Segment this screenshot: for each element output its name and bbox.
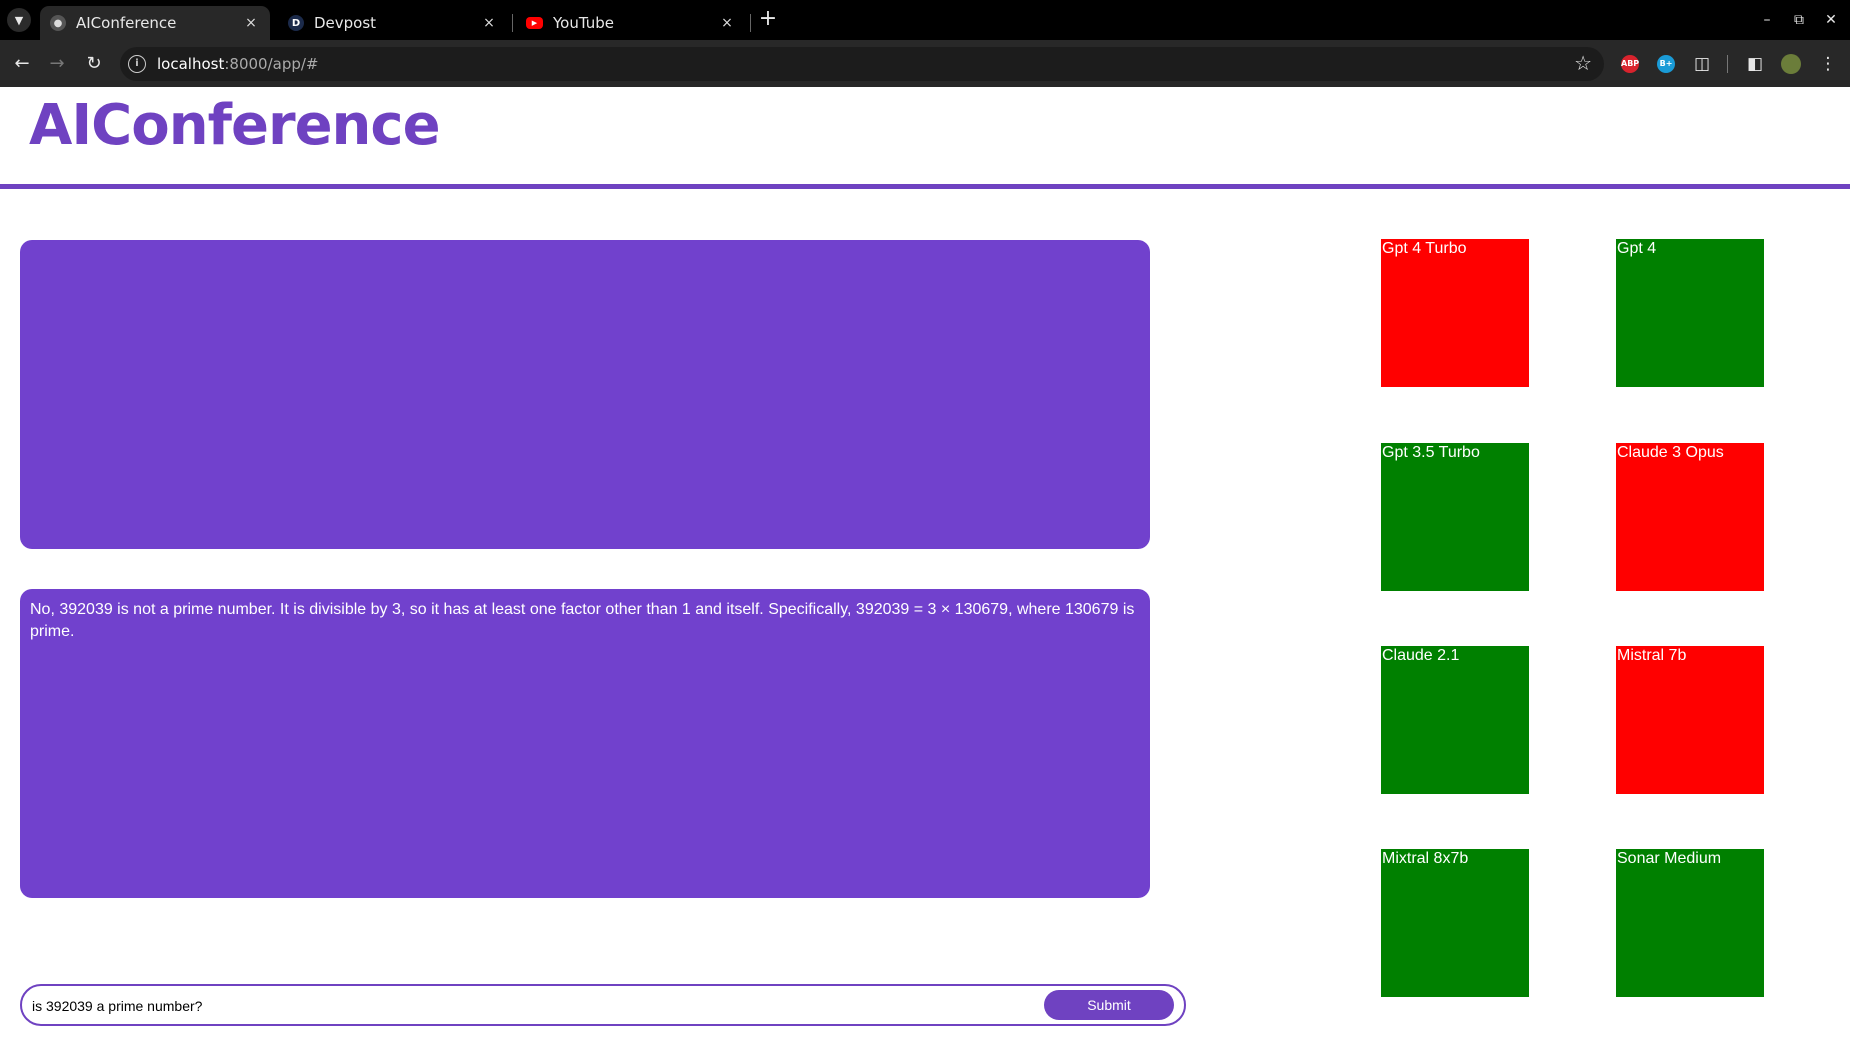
tab-title: YouTube xyxy=(553,14,614,32)
response-panel-2: No, 392039 is not a prime number. It is … xyxy=(20,589,1150,898)
response-panel-1 xyxy=(20,240,1150,549)
model-label: Gpt 4 xyxy=(1617,240,1657,257)
tab-search-chevron-icon[interactable]: ▼ xyxy=(7,8,31,32)
model-card-gpt-4-turbo[interactable]: Gpt 4 Turbo xyxy=(1381,239,1529,387)
tab-bar: ▼ ● AIConference × D Devpost × ▶ YouTube… xyxy=(0,0,1850,40)
kebab-menu-icon[interactable]: ⋮ xyxy=(1816,52,1840,76)
new-tab-button[interactable]: + xyxy=(757,6,779,34)
tab-separator xyxy=(512,14,513,32)
reload-icon[interactable]: ↻ xyxy=(80,50,108,78)
side-panel-icon[interactable]: ◧ xyxy=(1743,52,1767,76)
close-icon[interactable]: × xyxy=(240,15,262,31)
app-title: AIConference xyxy=(29,93,441,158)
model-card-claude-2-1[interactable]: Claude 2.1 xyxy=(1381,646,1529,794)
tab-title: Devpost xyxy=(314,14,377,32)
bookmark-star-icon[interactable]: ☆ xyxy=(1574,51,1592,75)
close-icon[interactable]: × xyxy=(716,15,738,31)
avatar xyxy=(1781,54,1801,74)
model-label: Claude 2.1 xyxy=(1382,647,1460,664)
tab-aiconference[interactable]: ● AIConference × xyxy=(40,6,270,40)
model-label: Mistral 7b xyxy=(1617,647,1687,664)
toolbar-separator xyxy=(1727,55,1728,73)
model-card-claude-3-opus[interactable]: Claude 3 Opus xyxy=(1616,443,1764,591)
model-card-sonar-medium[interactable]: Sonar Medium xyxy=(1616,849,1764,997)
address-bar[interactable]: i localhost:8000/app/# ☆ xyxy=(120,47,1604,81)
restore-icon[interactable]: ⧉ xyxy=(1785,8,1813,32)
tab-separator xyxy=(750,14,751,32)
back-arrow-icon[interactable]: ← xyxy=(8,50,36,78)
url-host: localhost xyxy=(157,55,225,73)
model-label: Sonar Medium xyxy=(1617,850,1722,867)
forward-arrow-icon[interactable]: → xyxy=(43,50,71,78)
youtube-icon: ▶ xyxy=(526,17,543,29)
url-text[interactable]: localhost:8000/app/# xyxy=(157,55,318,73)
profile-avatar[interactable] xyxy=(1779,52,1803,76)
header-divider xyxy=(0,184,1850,189)
model-label: Gpt 4 Turbo xyxy=(1382,240,1467,257)
tab-youtube[interactable]: ▶ YouTube × xyxy=(516,6,746,40)
url-path: :8000/app/# xyxy=(224,55,319,73)
globe-icon: ● xyxy=(50,15,66,31)
model-label: Claude 3 Opus xyxy=(1617,444,1724,461)
browser-toolbar: ← → ↻ i localhost:8000/app/# ☆ ABP B+ ◫ … xyxy=(0,40,1850,87)
app-page: AIConference No, 392039 is not a prime n… xyxy=(0,87,1850,1053)
adblock-extension-icon[interactable]: ABP xyxy=(1621,55,1639,73)
tab-devpost[interactable]: D Devpost × xyxy=(278,6,508,40)
model-label: Mixtral 8x7b xyxy=(1382,850,1469,867)
submit-button[interactable]: Submit xyxy=(1044,990,1174,1020)
tab-title: AIConference xyxy=(76,14,177,32)
model-card-gpt-4[interactable]: Gpt 4 xyxy=(1616,239,1764,387)
model-card-mixtral-8x7b[interactable]: Mixtral 8x7b xyxy=(1381,849,1529,997)
devpost-icon: D xyxy=(288,15,304,31)
extensions-puzzle-icon[interactable]: ◫ xyxy=(1690,52,1714,76)
minimize-icon[interactable]: – xyxy=(1753,8,1781,32)
bplus-extension-icon[interactable]: B+ xyxy=(1657,55,1675,73)
window-close-icon[interactable]: ✕ xyxy=(1817,8,1845,32)
model-card-mistral-7b[interactable]: Mistral 7b xyxy=(1616,646,1764,794)
close-icon[interactable]: × xyxy=(478,15,500,31)
model-label: Gpt 3.5 Turbo xyxy=(1382,444,1480,461)
prompt-form: Submit xyxy=(20,984,1186,1026)
site-info-icon[interactable]: i xyxy=(128,55,146,73)
model-card-gpt-3-5-turbo[interactable]: Gpt 3.5 Turbo xyxy=(1381,443,1529,591)
prompt-input[interactable] xyxy=(32,995,1042,1017)
